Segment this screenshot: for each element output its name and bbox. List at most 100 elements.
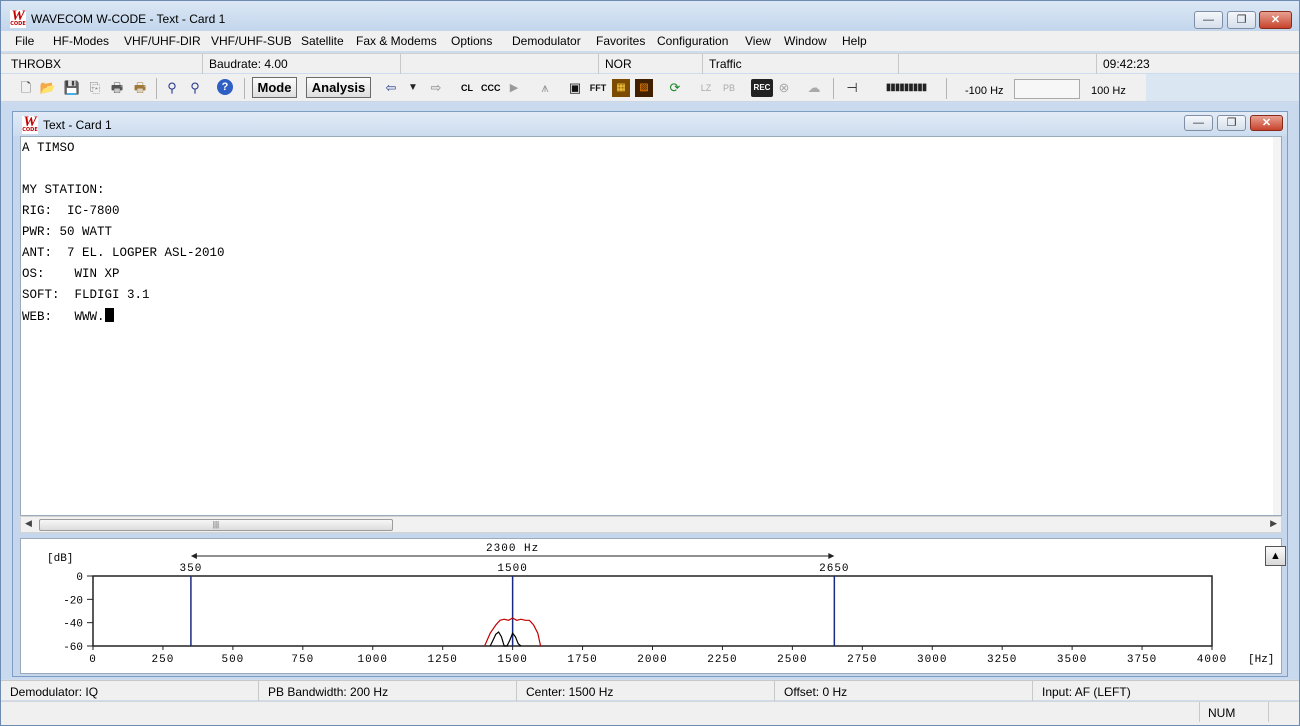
text-line-last: WEB: WWW. bbox=[22, 308, 114, 325]
arrow-left-icon[interactable]: ⇦ bbox=[382, 79, 400, 97]
sonagram-icon[interactable]: ▨ bbox=[635, 79, 653, 97]
maximize-button[interactable]: ❐ bbox=[1227, 11, 1256, 29]
toolbar: 🗋 📂 💾 ⎘ 🖶 🖶 ⚲ ⚲ ? Mode Analysis ⇦ ▼ ⇨ CL… bbox=[1, 74, 1299, 102]
menu-fax-modems[interactable]: Fax & Modems bbox=[356, 34, 437, 48]
rec-icon[interactable]: REC bbox=[751, 79, 773, 97]
x-tick-label: 1500 bbox=[497, 654, 527, 666]
toolbar-separator bbox=[946, 78, 947, 99]
decoded-text-area[interactable]: A TIMSO MY STATION: RIG: IC-7800 PWR: 50… bbox=[20, 136, 1282, 516]
menu-view[interactable]: View bbox=[745, 34, 771, 48]
x-tick-label: 1000 bbox=[358, 654, 388, 666]
mode-button[interactable]: Mode bbox=[252, 77, 297, 98]
title-bar[interactable]: W CODE WAVECOM W-CODE - Text - Card 1 — ❐… bbox=[1, 1, 1299, 31]
menu-favorites[interactable]: Favorites bbox=[596, 34, 645, 48]
clear-icon[interactable]: CL bbox=[458, 79, 476, 97]
info-cell-6 bbox=[899, 54, 1097, 74]
refresh-icon[interactable]: ⟳ bbox=[666, 79, 684, 97]
display-icon[interactable]: ▣ bbox=[566, 79, 584, 97]
vertical-scrollbar[interactable] bbox=[1273, 137, 1281, 515]
status-demodulator: Demodulator: IQ bbox=[10, 685, 99, 699]
info-traffic: Traffic bbox=[709, 57, 742, 71]
status-demodulator-cell: Demodulator: IQ bbox=[1, 681, 259, 701]
text-line: PWR: 50 WATT bbox=[22, 225, 113, 239]
menu-configuration[interactable]: Configuration bbox=[657, 34, 728, 48]
menu-satellite[interactable]: Satellite bbox=[301, 34, 344, 48]
menu-help[interactable]: Help bbox=[842, 34, 867, 48]
y-tick-label: -60 bbox=[63, 642, 83, 654]
menu-vhf-uhf-sub[interactable]: VHF/UHF-SUB bbox=[211, 34, 292, 48]
lock-icon[interactable]: LZ bbox=[697, 79, 715, 97]
pb-icon[interactable]: PB bbox=[720, 79, 738, 97]
freq-high-label: 100 Hz bbox=[1091, 85, 1126, 97]
info-mode: THROBX bbox=[11, 57, 62, 71]
x-tick-label: 2750 bbox=[847, 654, 877, 666]
status-center-cell: Center: 1500 Hz bbox=[517, 681, 775, 701]
cloud-icon[interactable]: ☁ bbox=[805, 79, 823, 97]
span-arrow-right bbox=[828, 553, 835, 559]
child-maximize-button[interactable]: ❐ bbox=[1217, 115, 1246, 131]
dropdown-icon[interactable]: ▼ bbox=[404, 79, 422, 97]
menu-bar: File HF-Modes VHF/UHF-DIR VHF/UHF-SUB Sa… bbox=[1, 31, 1299, 51]
spectrum-panel: [dB] [Hz] 0 -20 -40 -60 0 250 500 750 1000 1250 1500… bbox=[20, 538, 1286, 675]
analysis-button[interactable]: Analysis bbox=[306, 77, 371, 98]
help-icon[interactable]: ? bbox=[217, 79, 233, 95]
spectrum-chart[interactable]: [dB] [Hz] 0 -20 -40 -60 0 250 500 750 1000 1250 1500… bbox=[21, 539, 1283, 675]
info-polarity-cell: NOR bbox=[599, 54, 703, 74]
marker-high-label: 2650 bbox=[819, 563, 849, 575]
find-next-icon[interactable]: ⚲ bbox=[186, 79, 204, 97]
print-icon[interactable]: 🖶 bbox=[108, 79, 126, 97]
find-icon[interactable]: ⚲ bbox=[163, 79, 181, 97]
copy-icon[interactable]: ⎘ bbox=[86, 79, 104, 97]
menu-options[interactable]: Options bbox=[451, 34, 492, 48]
zero-icon[interactable]: ⊣ bbox=[843, 79, 861, 97]
mute-icon[interactable]: ⊗ bbox=[775, 79, 793, 97]
print-setup-icon[interactable]: 🖶 bbox=[131, 79, 149, 97]
new-icon[interactable]: 🗋 bbox=[17, 79, 35, 97]
status-input: Input: AF (LEFT) bbox=[1042, 685, 1131, 699]
child-title: Text - Card 1 bbox=[43, 118, 112, 132]
info-polarity: NOR bbox=[605, 57, 632, 71]
scroll-thumb[interactable]: ||| bbox=[39, 519, 393, 531]
info-baudrate-cell: Baudrate: 4.00 bbox=[203, 54, 401, 74]
child-minimize-button[interactable]: — bbox=[1184, 115, 1213, 131]
close-button[interactable]: ✕ bbox=[1259, 11, 1292, 29]
play-icon[interactable]: ▶ bbox=[505, 79, 523, 97]
toolbar-separator bbox=[244, 78, 245, 99]
menu-demodulator[interactable]: Demodulator bbox=[512, 34, 581, 48]
x-axis-unit: [Hz] bbox=[1248, 654, 1274, 666]
horizontal-scrollbar[interactable]: ◀ ||| ▶ bbox=[20, 516, 1282, 533]
waterfall-icon[interactable]: ▦ bbox=[612, 79, 630, 97]
menu-hf-modes[interactable]: HF-Modes bbox=[53, 34, 109, 48]
text-line: RIG: IC-7800 bbox=[22, 204, 120, 218]
x-tick-label: 3750 bbox=[1127, 654, 1157, 666]
ccc-icon[interactable]: CCC bbox=[481, 79, 501, 97]
status-bandwidth: PB Bandwidth: 200 Hz bbox=[268, 685, 389, 699]
arrow-right-icon[interactable]: ⇨ bbox=[427, 79, 445, 97]
scroll-right-icon[interactable]: ▶ bbox=[1270, 518, 1277, 529]
info-time: 09:42:23 bbox=[1103, 57, 1150, 71]
x-tick-label: 3000 bbox=[917, 654, 947, 666]
tune-icon[interactable]: ⩚ bbox=[536, 79, 554, 97]
marker-center-label: 1500 bbox=[497, 563, 527, 575]
text-line: MY STATION: bbox=[22, 183, 105, 197]
menu-window[interactable]: Window bbox=[784, 34, 827, 48]
fft-icon[interactable]: FFT bbox=[589, 79, 607, 97]
scroll-left-icon[interactable]: ◀ bbox=[25, 518, 32, 529]
app-window: W CODE WAVECOM W-CODE - Text - Card 1 — ❐… bbox=[0, 0, 1300, 726]
menu-file[interactable]: File bbox=[15, 34, 34, 48]
spectrum-toggle-button[interactable]: ▲ bbox=[1265, 546, 1286, 566]
span-label: 2300 Hz bbox=[486, 543, 539, 555]
y-tick-label: -20 bbox=[63, 595, 83, 607]
freq-slider[interactable] bbox=[1014, 79, 1080, 99]
x-tick-label: 250 bbox=[152, 654, 175, 666]
toolbar-spacer bbox=[1146, 74, 1299, 101]
child-title-bar[interactable]: W CODE Text - Card 1 — ❐ ✕ bbox=[13, 112, 1287, 136]
menu-vhf-uhf-dir[interactable]: VHF/UHF-DIR bbox=[124, 34, 201, 48]
minimize-button[interactable]: — bbox=[1194, 11, 1223, 29]
status-offset: Offset: 0 Hz bbox=[784, 685, 848, 699]
status-bar: Demodulator: IQ PB Bandwidth: 200 Hz Cen… bbox=[1, 680, 1299, 701]
save-icon[interactable]: 💾 bbox=[63, 79, 81, 97]
child-close-button[interactable]: ✕ bbox=[1250, 115, 1283, 131]
open-icon[interactable]: 📂 bbox=[39, 79, 57, 97]
x-tick-label: 750 bbox=[291, 654, 314, 666]
